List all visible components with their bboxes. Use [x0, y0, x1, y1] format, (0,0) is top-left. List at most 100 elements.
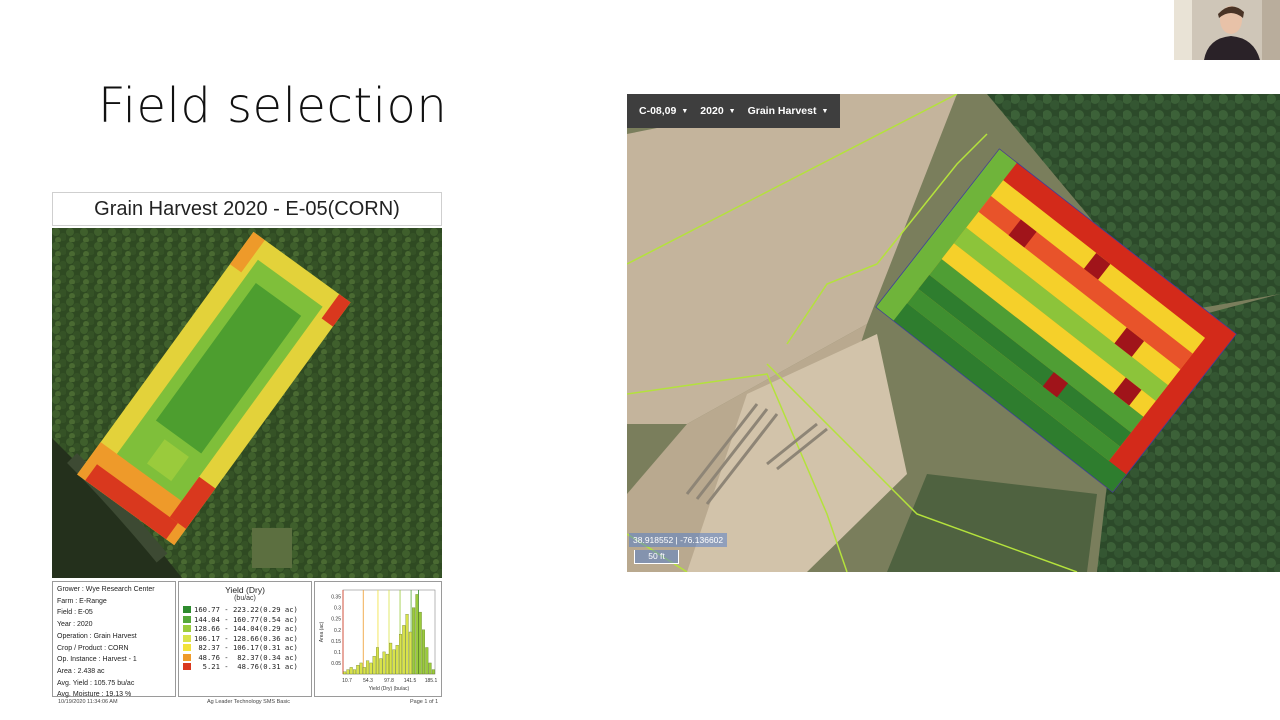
histogram-y-tick: 0.1 — [334, 650, 341, 656]
histogram-bar — [399, 634, 402, 675]
scale-bar: 50 ft — [634, 550, 679, 564]
yield-map-image — [52, 228, 442, 578]
info-farm: Farm : E-Range — [57, 597, 107, 605]
histogram-bar — [359, 662, 363, 675]
histogram-x-label: Yield (Dry) (bu/ac) — [369, 686, 410, 692]
operation-dropdown-label: Grain Harvest — [747, 105, 817, 117]
legend-range-label: 82.37 - 106.17(0.31 ac) — [194, 643, 298, 653]
histogram-bar — [379, 658, 383, 675]
field-dropdown-label: C-08,09 — [639, 105, 677, 117]
field-dropdown[interactable]: C-08,09 ▼ — [633, 94, 694, 128]
info-op-instance: Op. Instance : Harvest - 1 — [57, 656, 137, 664]
histogram-bar — [366, 660, 370, 675]
histogram-bar — [362, 667, 366, 675]
info-crop: Crop / Product : CORN — [57, 644, 129, 652]
satellite-map[interactable] — [627, 94, 1280, 572]
legend-row: 128.66 - 144.04(0.29 ac) — [179, 624, 311, 634]
chevron-down-icon: ▼ — [728, 107, 736, 115]
map-viewer[interactable]: C-08,09 ▼ 2020 ▼ Grain Harvest ▼ 38.9185… — [627, 94, 1280, 572]
legend-range-label: 5.21 - 48.76(0.31 ac) — [194, 662, 298, 672]
histogram-bar — [431, 669, 435, 675]
histogram-bar — [372, 656, 376, 675]
coordinate-readout: 38.918552 | -76.136602 — [629, 533, 728, 547]
legend-swatch — [183, 644, 191, 652]
histogram-y-tick: 0.15 — [331, 639, 341, 645]
legend-row: 82.37 - 106.17(0.31 ac) — [179, 643, 311, 653]
histogram-bar — [382, 651, 386, 675]
legend-unit: (bu/ac) — [234, 595, 256, 602]
year-dropdown[interactable]: 2020 ▼ — [694, 94, 741, 128]
histogram-bar — [395, 645, 399, 675]
histogram-bar — [376, 647, 379, 675]
legend-swatch — [183, 625, 191, 633]
presenter-webcam — [1174, 0, 1280, 60]
histogram-x-tick: 54.3 — [363, 678, 373, 684]
histogram-bar — [369, 662, 373, 675]
histogram-bar — [349, 667, 353, 675]
legend-title: Yield (Dry) — [225, 585, 265, 595]
footer-page: Page 1 of 1 — [410, 699, 439, 705]
legend-row: 48.76 - 82.37(0.34 ac) — [179, 653, 311, 663]
legend-range-label: 128.66 - 144.04(0.29 ac) — [194, 624, 298, 634]
report-title: Grain Harvest 2020 - E-05(CORN) — [52, 192, 442, 226]
legend-range-label: 144.04 - 160.77(0.54 ac) — [194, 614, 298, 624]
legend-swatch — [183, 615, 191, 623]
legend-range-label: 48.76 - 82.37(0.34 ac) — [194, 652, 298, 662]
info-year: Year : 2020 — [57, 621, 93, 629]
histogram-x-tick: 141.5 — [404, 678, 417, 684]
info-grower: Grower : Wye Research Center — [57, 586, 155, 593]
histogram-bar — [422, 629, 425, 675]
legend-range-label: 160.77 - 223.22(0.29 ac) — [194, 605, 298, 615]
legend-range-label: 106.17 - 128.66(0.36 ac) — [194, 633, 298, 643]
histogram-bar — [428, 662, 432, 675]
histogram-bar — [385, 653, 389, 675]
info-avg-yield: Avg. Yield : 105.75 bu/ac — [57, 679, 135, 687]
legend-row: 5.21 - 48.76(0.31 ac) — [179, 662, 311, 672]
histogram-y-tick: 0.05 — [331, 661, 341, 667]
histogram-x-tick: 10.7 — [342, 678, 352, 684]
info-area: Area : 2.438 ac — [57, 667, 105, 675]
histogram-y-tick: 0.35 — [331, 595, 341, 601]
histogram-bar — [405, 614, 409, 675]
yield-legend: Yield (Dry) (bu/ac) 160.77 - 223.22(0.29… — [178, 581, 312, 697]
slide-title: Field selection — [98, 78, 448, 134]
histogram-bar — [343, 671, 347, 675]
legend-swatch — [183, 606, 191, 614]
operation-dropdown[interactable]: Grain Harvest ▼ — [742, 94, 835, 128]
info-operation: Operation : Grain Harvest — [57, 632, 137, 640]
histogram-y-tick: 0.25 — [331, 617, 341, 623]
report-footer: 10/19/2020 11:34:06 AM Ag Leader Technol… — [52, 698, 442, 708]
chevron-down-icon: ▼ — [681, 107, 689, 115]
field-info-panel: Grower : Wye Research Center Farm : E-Ra… — [52, 581, 176, 698]
histogram-bar — [402, 625, 406, 675]
histogram-bar — [415, 594, 419, 675]
info-field: Field : E-05 — [57, 609, 93, 617]
yield-histogram: 0.35 0.3 0.25 0.2 0.15 0.1 0.05 10.7 54.3 97.8 141… — [314, 581, 442, 697]
histogram-bar — [425, 647, 429, 675]
histogram-x-tick: 185.1 — [425, 678, 438, 684]
legend-row: 106.17 - 128.66(0.36 ac) — [179, 634, 311, 644]
footer-timestamp: 10/19/2020 11:34:06 AM — [58, 699, 118, 705]
histogram-bar — [356, 665, 360, 675]
legend-swatch — [183, 634, 191, 642]
legend-swatch — [183, 663, 191, 671]
chevron-down-icon: ▼ — [821, 107, 829, 115]
year-dropdown-label: 2020 — [700, 105, 724, 117]
histogram-x-tick: 97.8 — [384, 678, 394, 684]
legend-row: 144.04 - 160.77(0.54 ac) — [179, 615, 311, 625]
legend-swatch — [183, 653, 191, 661]
yield-report: Grain Harvest 2020 - E-05(CORN) Grower:… — [52, 192, 442, 708]
histogram-bar — [418, 611, 422, 675]
histogram-bar — [408, 631, 412, 675]
legend-row: 160.77 - 223.22(0.29 ac) — [179, 605, 311, 615]
histogram-y-tick: 0.2 — [334, 628, 341, 634]
histogram-y-label: Area (ac) — [319, 621, 325, 642]
histogram-bar — [389, 642, 393, 675]
histogram-y-tick: 0.3 — [334, 606, 341, 612]
histogram-bar — [346, 669, 350, 675]
histogram-bar — [353, 669, 356, 675]
histogram-bar — [412, 607, 416, 675]
histogram-bar — [392, 649, 396, 675]
map-toolbar: C-08,09 ▼ 2020 ▼ Grain Harvest ▼ — [627, 94, 841, 128]
footer-software: Ag Leader Technology SMS Basic — [207, 699, 291, 705]
